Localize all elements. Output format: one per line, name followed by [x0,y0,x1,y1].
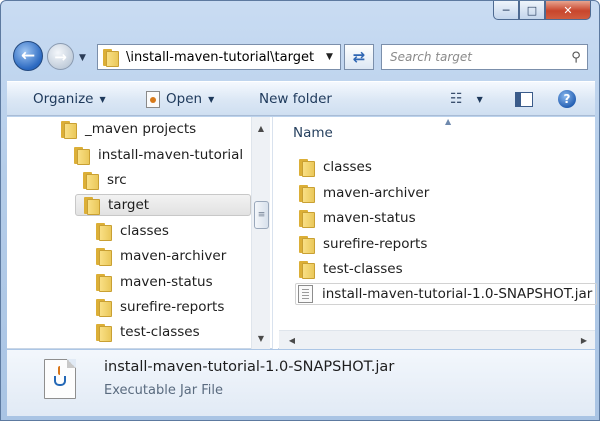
details-file-name: install-maven-tutorial-1.0-SNAPSHOT.jar [104,359,395,375]
list-item-label: surefire-reports [323,236,428,252]
details-pane: install-maven-tutorial-1.0-SNAPSHOT.jar … [7,350,595,416]
minimize-button[interactable]: ─ [493,1,519,20]
details-file-type: Executable Jar File [104,383,223,398]
tree-item-label: maven-status [120,274,213,290]
sort-ascending-icon: ▲ [445,117,452,126]
scroll-right-icon[interactable]: ▶ [577,333,591,348]
chevron-down-icon: ▼ [476,94,483,104]
arrow-right-icon: → [54,47,67,66]
list-item-selected[interactable]: install-maven-tutorial-1.0-SNAPSHOT.jar [295,283,598,305]
tree-item-label: maven-archiver [120,248,227,264]
folder-icon [299,209,315,228]
tree-item-label: _maven projects [85,121,197,137]
java-jar-icon [44,359,76,399]
tree-item[interactable]: maven-archiver [96,245,226,267]
tree-item-label: test-classes [120,324,200,340]
tree-item[interactable]: surefire-reports [96,296,224,318]
views-button[interactable]: ☷ ▼ [444,86,489,112]
command-bar: Organize ▼ Open ▼ New folder ☷ ▼ ? [7,81,595,116]
new-folder-button[interactable]: New folder [253,86,338,112]
preview-pane-button[interactable] [509,86,539,112]
recent-pages-dropdown[interactable]: ▼ [79,53,86,63]
jar-icon [146,90,160,108]
folder-icon [96,273,112,292]
content-area: _maven projects install-maven-tutorial s… [7,117,598,349]
scroll-left-icon[interactable]: ◀ [285,333,299,348]
tree-item[interactable]: classes [96,220,169,242]
folder-icon [299,235,315,254]
list-item[interactable]: test-classes [299,258,403,280]
arrow-left-icon: ← [20,46,36,66]
tree-item-label: classes [120,223,169,239]
folder-icon [299,158,315,177]
scrollbar-thumb[interactable]: ≡ [254,201,269,229]
column-header-name[interactable]: Name [293,125,333,141]
tree-item[interactable]: test-classes [96,321,200,343]
scroll-down-icon[interactable]: ▼ [252,330,270,347]
organize-label: Organize [33,91,94,107]
navigation-pane: _maven projects install-maven-tutorial s… [7,117,272,349]
chevron-down-icon: ▼ [208,94,215,104]
folder-icon [84,196,100,215]
pane-splitter[interactable] [272,117,278,349]
folder-icon [299,260,315,279]
tree-item-selected[interactable]: target [75,194,251,216]
scroll-up-icon[interactable]: ▲ [252,120,270,137]
list-item-label: maven-archiver [323,185,430,201]
list-item-label: test-classes [323,261,403,277]
search-box[interactable]: ⚲ [381,44,588,70]
back-button[interactable]: ← [13,41,43,71]
folder-icon [96,323,112,342]
folder-icon [96,298,112,317]
chevron-down-icon[interactable]: ▼ [326,52,340,62]
search-icon[interactable]: ⚲ [565,50,587,65]
list-item-label: install-maven-tutorial-1.0-SNAPSHOT.jar [322,286,593,302]
help-icon: ? [558,90,576,108]
tree-item[interactable]: _maven projects [61,118,196,140]
address-path: \install-maven-tutorial\target [126,49,315,65]
navigation-scrollbar[interactable]: ▲ ≡ ▼ [251,117,270,349]
forward-button[interactable]: → [47,43,74,70]
file-list: ▲ Name classes maven-archiver maven-stat… [279,117,598,349]
tree-item-label: target [108,197,150,213]
refresh-icon: ⇄ [352,48,366,66]
refresh-button[interactable]: ⇄ [344,44,374,70]
maximize-button[interactable]: □ [519,1,545,20]
search-input[interactable] [390,50,565,64]
open-label: Open [166,91,203,107]
list-item[interactable]: classes [299,156,372,178]
address-bar[interactable]: \install-maven-tutorial\target ▼ [97,44,341,70]
explorer-window: ─ □ ✕ ← → ▼ \install-maven-tutorial\targ… [0,0,600,421]
list-item[interactable]: maven-status [299,207,416,229]
folder-icon [61,120,77,139]
folder-icon [83,171,99,190]
organize-button[interactable]: Organize ▼ [27,86,112,112]
help-button[interactable]: ? [552,86,582,112]
chevron-down-icon: ▼ [99,94,106,104]
close-button[interactable]: ✕ [545,1,591,20]
folder-icon [74,146,90,165]
folder-icon [299,184,315,203]
tree-item[interactable]: src [83,169,127,191]
tree-item-label: install-maven-tutorial [98,147,244,163]
tree-item-label: src [107,172,127,188]
jar-file-icon [298,285,313,303]
folder-icon [96,222,112,241]
new-folder-label: New folder [259,91,332,107]
preview-pane-icon [515,91,533,107]
open-button[interactable]: Open ▼ [140,86,220,112]
folder-icon [103,48,119,67]
folder-icon [96,247,112,266]
file-list-horizontal-scrollbar[interactable]: ◀ ▶ [279,330,595,349]
list-item-label: maven-status [323,210,416,226]
window-controls: ─ □ ✕ [493,1,591,20]
list-item[interactable]: maven-archiver [299,182,429,204]
tree-item-label: surefire-reports [120,299,225,315]
list-item[interactable]: surefire-reports [299,233,427,255]
details-view-icon: ☷ [450,91,463,107]
list-item-label: classes [323,159,372,175]
tree-item[interactable]: maven-status [96,271,213,293]
tree-item[interactable]: install-maven-tutorial [74,144,243,166]
